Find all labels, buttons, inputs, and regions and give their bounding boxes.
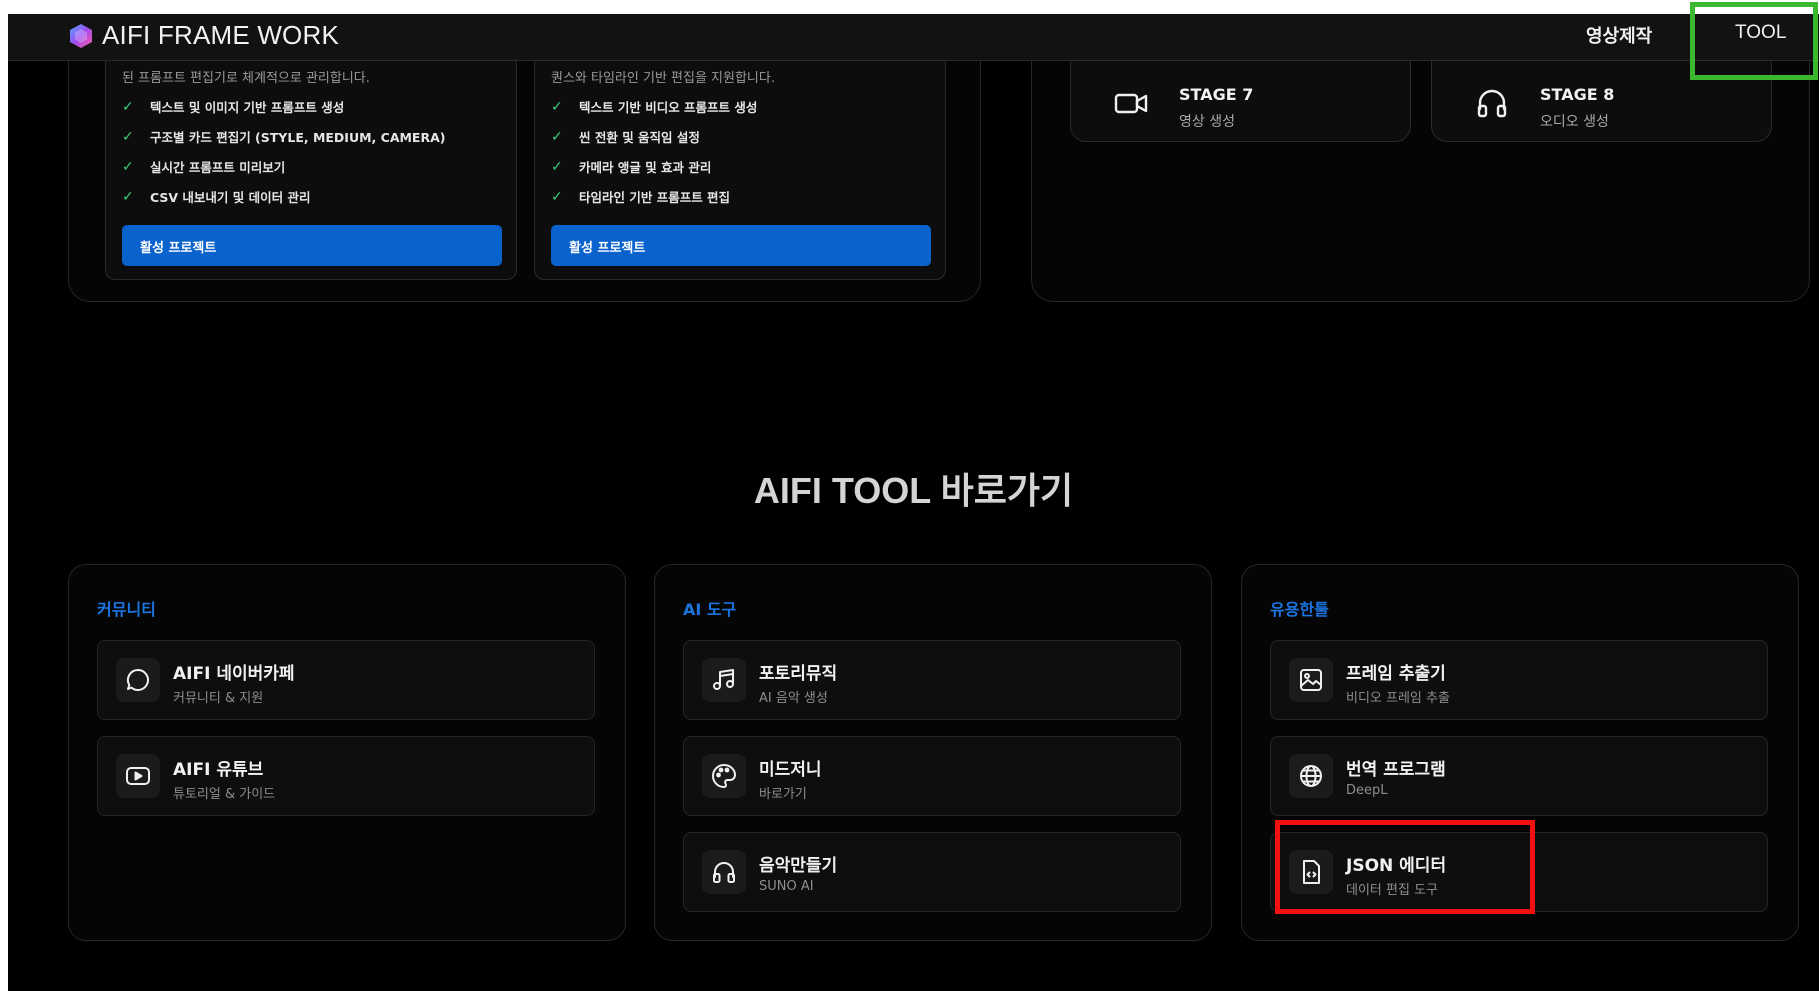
tool-title: 프레임 추출기	[1346, 664, 1446, 684]
feature-item: ✓ 씬 전환 및 움직임 설정	[551, 128, 700, 146]
page-viewport: AIFI FRAME WORK 영상제작 TOOL 된 프롬프트 편집기로 체계…	[8, 14, 1819, 991]
nav-video-production[interactable]: 영상제작	[1586, 22, 1652, 48]
check-icon: ✓	[122, 98, 134, 115]
tool-title: 음악만들기	[759, 856, 838, 876]
tool-subtitle: 비디오 프레임 추출	[1346, 691, 1450, 706]
palette-icon	[702, 754, 746, 798]
tool-item-music-maker[interactable]: 음악만들기 SUNO AI	[683, 832, 1181, 912]
feature-item: ✓ 카메라 앵글 및 효과 관리	[551, 158, 712, 176]
check-icon: ✓	[551, 188, 563, 205]
feature-item: ✓ 구조별 카드 편집기 (STYLE, MEDIUM, CAMERA)	[122, 128, 446, 146]
music-note-icon	[702, 658, 746, 702]
tool-subtitle: SUNO AI	[759, 879, 814, 894]
feature-item: ✓ CSV 내보내기 및 데이터 관리	[122, 188, 311, 206]
stage-title: STAGE 8	[1540, 85, 1615, 104]
tools-heading: AIFI TOOL 바로가기	[753, 470, 1074, 511]
tool-title: AIFI 네이버카페	[173, 664, 295, 684]
active-project-button[interactable]: 활성 프로젝트	[122, 225, 502, 266]
column-title: AI 도구	[683, 600, 737, 619]
tool-item-youtube[interactable]: AIFI 유튜브 튜토리얼 & 가이드	[97, 736, 595, 816]
active-project-button[interactable]: 활성 프로젝트	[551, 225, 931, 266]
tool-item-naver-cafe[interactable]: AIFI 네이버카페 커뮤니티 & 지원	[97, 640, 595, 720]
tool-title: AIFI 유튜브	[173, 760, 264, 780]
column-title: 유용한툴	[1270, 600, 1329, 619]
check-icon: ✓	[551, 98, 563, 115]
stage-subtitle: 영상 생성	[1179, 114, 1235, 130]
globe-icon	[1289, 754, 1333, 798]
project-desc: 퀀스와 타임라인 기반 편집을 지원합니다.	[551, 71, 775, 86]
tool-subtitle: DeepL	[1346, 783, 1388, 798]
stage-subtitle: 오디오 생성	[1540, 114, 1609, 130]
tool-item-translator[interactable]: 번역 프로그램 DeepL	[1270, 736, 1768, 816]
check-icon: ✓	[122, 158, 134, 175]
stage-title: STAGE 7	[1179, 85, 1254, 104]
youtube-play-icon	[116, 754, 160, 798]
brand-name: AIFI FRAME WORK	[102, 20, 339, 50]
image-icon	[1289, 658, 1333, 702]
feature-item: ✓ 타임라인 기반 프롬프트 편집	[551, 188, 731, 206]
feature-item: ✓ 실시간 프롬프트 미리보기	[122, 158, 286, 176]
brand[interactable]: AIFI FRAME WORK	[68, 20, 339, 51]
top-navbar: AIFI FRAME WORK 영상제작 TOOL	[8, 14, 1819, 61]
tool-subtitle: 바로가기	[759, 787, 807, 802]
check-icon: ✓	[122, 128, 134, 145]
column-ai-tools: AI 도구 포토리뮤직 AI 음악 생성 미드저니 바로가기 음악만들기 SUN…	[654, 564, 1212, 941]
tool-item-frame-extractor[interactable]: 프레임 추출기 비디오 프레임 추출	[1270, 640, 1768, 720]
tool-title: 번역 프로그램	[1346, 760, 1446, 780]
highlight-box-red	[1275, 820, 1535, 914]
tool-item-photo-music[interactable]: 포토리뮤직 AI 음악 생성	[683, 640, 1181, 720]
check-icon: ✓	[551, 128, 563, 145]
column-community: 커뮤니티 AIFI 네이버카페 커뮤니티 & 지원 AIFI 유튜브 튜토리얼 …	[68, 564, 626, 941]
tool-subtitle: AI 음악 생성	[759, 691, 828, 706]
headphones-icon	[1474, 85, 1510, 121]
tool-title: 포토리뮤직	[759, 664, 838, 684]
check-icon: ✓	[122, 188, 134, 205]
check-icon: ✓	[551, 158, 563, 175]
video-camera-icon	[1113, 85, 1149, 121]
tool-title: 미드저니	[759, 760, 822, 780]
tool-item-midjourney[interactable]: 미드저니 바로가기	[683, 736, 1181, 816]
tool-subtitle: 커뮤니티 & 지원	[173, 691, 264, 706]
brand-logo-icon	[68, 23, 94, 49]
feature-item: ✓ 텍스트 기반 비디오 프롬프트 생성	[551, 98, 758, 116]
highlight-box-green	[1690, 2, 1818, 80]
feature-item: ✓ 텍스트 및 이미지 기반 프롬프트 생성	[122, 98, 345, 116]
chat-bubble-icon	[116, 658, 160, 702]
project-desc: 된 프롬프트 편집기로 체계적으로 관리합니다.	[122, 71, 370, 86]
headphones-icon	[702, 850, 746, 894]
column-title: 커뮤니티	[97, 600, 156, 619]
tool-subtitle: 튜토리얼 & 가이드	[173, 787, 276, 802]
